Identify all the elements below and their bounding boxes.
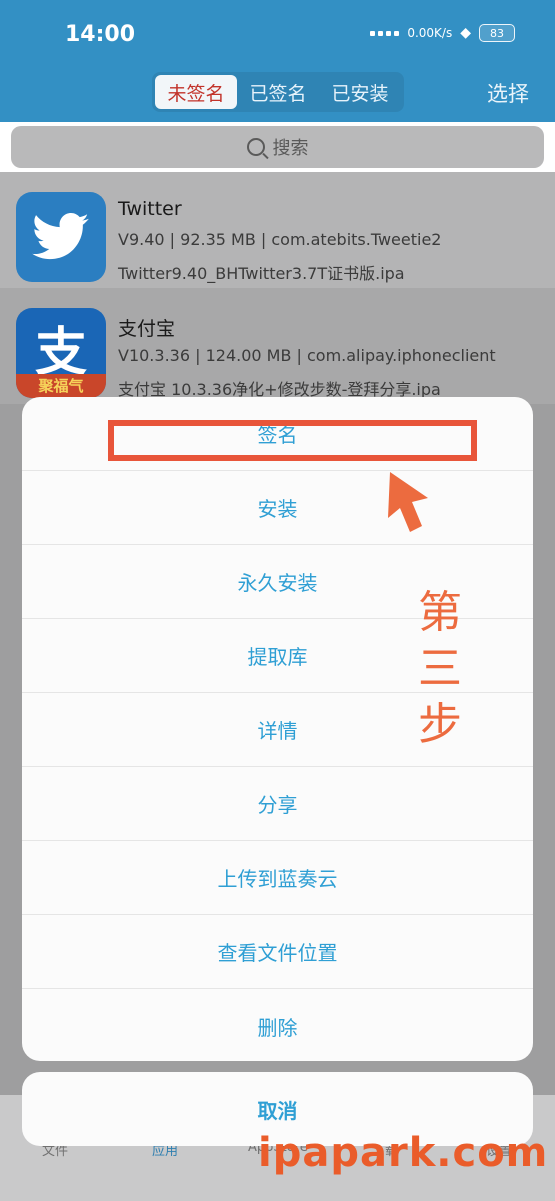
app-header: 14:00 0.00K/s ◆ 83 未签名 已签名 已安装 选择 bbox=[0, 0, 555, 122]
list-item[interactable]: Twitter V9.40 | 92.35 MB | com.atebits.T… bbox=[0, 172, 555, 288]
highlight-box bbox=[108, 420, 477, 461]
select-button[interactable]: 选择 bbox=[487, 78, 529, 108]
status-indicators: 0.00K/s ◆ 83 bbox=[370, 24, 515, 42]
action-delete[interactable]: 删除 bbox=[22, 989, 533, 1061]
step-char: 三 bbox=[418, 643, 462, 694]
step-annotation: 第 三 步 bbox=[412, 585, 468, 753]
action-install[interactable]: 安装 bbox=[22, 471, 533, 545]
app-file-name: Twitter9.40_BHTwitter3.7T证书版.ipa bbox=[118, 264, 405, 283]
status-time: 14:00 bbox=[65, 22, 136, 47]
step-char: 第 bbox=[418, 587, 462, 638]
battery-icon: 83 bbox=[479, 24, 515, 42]
action-upload-lanzou[interactable]: 上传到蓝奏云 bbox=[22, 841, 533, 915]
step-char: 步 bbox=[418, 699, 462, 750]
alipay-icon-band: 聚福气 bbox=[16, 374, 106, 398]
app-name: Twitter bbox=[118, 198, 182, 220]
app-meta: V10.3.36 | 124.00 MB | com.alipay.iphone… bbox=[118, 346, 496, 365]
action-show-file-location[interactable]: 查看文件位置 bbox=[22, 915, 533, 989]
action-share[interactable]: 分享 bbox=[22, 767, 533, 841]
net-speed: 0.00K/s bbox=[407, 26, 453, 40]
pointer-arrow-icon bbox=[388, 472, 428, 532]
search-placeholder: 搜索 bbox=[272, 138, 309, 159]
list-item[interactable]: 支 聚福气 支付宝 V10.3.36 | 124.00 MB | com.ali… bbox=[0, 288, 555, 404]
cellular-signal-icon bbox=[370, 30, 400, 36]
tab-installed[interactable]: 已安装 bbox=[319, 75, 401, 109]
tab-unsigned[interactable]: 未签名 bbox=[155, 75, 237, 109]
status-filter-segmented: 未签名 已签名 已安装 bbox=[152, 72, 404, 112]
alipay-icon: 支 聚福气 bbox=[16, 308, 106, 398]
app-meta: V9.40 | 92.35 MB | com.atebits.Tweetie2 bbox=[118, 230, 442, 249]
wifi-icon: ◆ bbox=[460, 25, 471, 41]
watermark: ipapark.com bbox=[258, 1130, 549, 1176]
search-icon bbox=[246, 138, 265, 156]
app-list: Twitter V9.40 | 92.35 MB | com.atebits.T… bbox=[0, 172, 555, 404]
search-bar[interactable]: 搜索 bbox=[11, 126, 544, 168]
app-name: 支付宝 bbox=[118, 318, 176, 340]
twitter-bird-icon bbox=[16, 192, 106, 282]
tab-signed[interactable]: 已签名 bbox=[237, 75, 319, 109]
